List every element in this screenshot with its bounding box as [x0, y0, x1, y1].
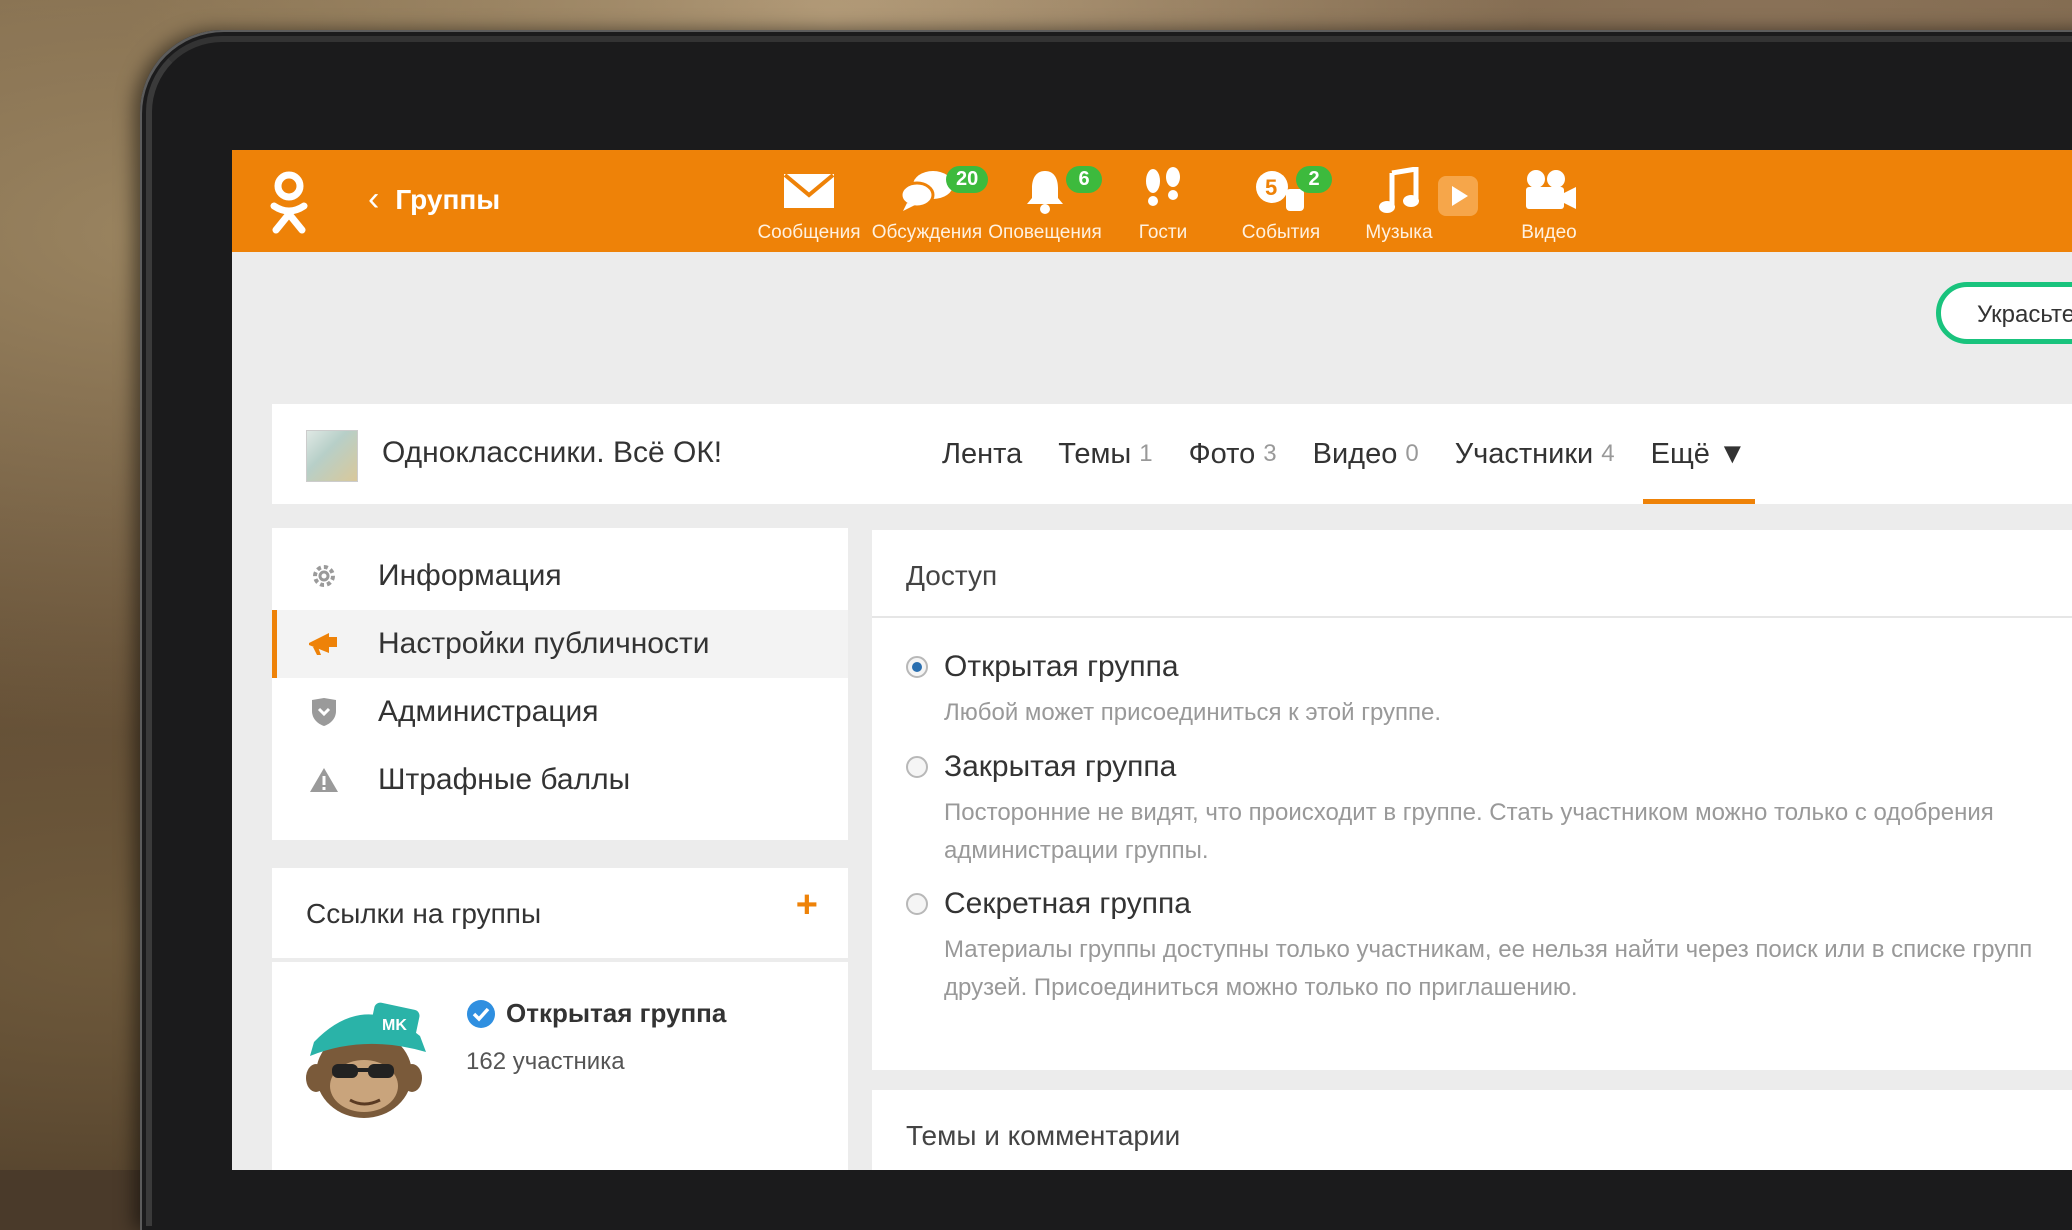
video-camera-icon: [1484, 164, 1614, 218]
menu-item-administration[interactable]: Администрация: [272, 678, 848, 746]
tab-videos[interactable]: Видео 0: [1295, 404, 1437, 504]
tab-more[interactable]: Ещё ▼: [1633, 404, 1765, 504]
chevron-left-icon: ‹: [368, 180, 380, 218]
option-label[interactable]: Секретная группа: [944, 887, 1191, 921]
envelope-icon: [744, 164, 874, 218]
gear-icon: [306, 561, 342, 591]
nav-label: Сообщения: [757, 222, 861, 243]
shield-icon: [306, 697, 342, 727]
nav-label: Музыка: [1365, 222, 1433, 243]
tab-label: Лента: [942, 437, 1023, 470]
linked-group-name-text: Открытая группа: [506, 998, 727, 1028]
svg-text:5: 5: [1265, 175, 1277, 200]
nav-label: Оповещения: [988, 222, 1102, 243]
footprints-icon: [1098, 164, 1228, 218]
group-links-panel: Ссылки на группы +: [272, 868, 848, 958]
tab-label: Темы: [1058, 437, 1132, 470]
menu-item-penalty-points[interactable]: Штрафные баллы: [272, 746, 848, 814]
decorate-button[interactable]: Украсьте: [1936, 282, 2072, 344]
svg-text:MK: MK: [382, 1017, 407, 1034]
play-icon[interactable]: [1438, 176, 1478, 216]
tab-topics[interactable]: Темы 1: [1040, 404, 1170, 504]
group-avatar[interactable]: [306, 430, 358, 482]
nav-label: Обсуждения: [871, 222, 983, 243]
megaphone-icon: [306, 631, 342, 657]
group-name[interactable]: Одноклассники. Всё ОК!: [382, 436, 722, 470]
tab-label: Ещё ▼: [1650, 437, 1747, 470]
tab-count: 1: [1139, 440, 1153, 467]
group-tabs: Лента Темы 1 Фото 3 Видео 0 Участники 4 Ещё …: [924, 404, 1765, 504]
notification-badge: 2: [1296, 166, 1332, 193]
menu-item-label: Штрафные баллы: [378, 763, 631, 796]
option-description: Любой может присоединиться к этой группе…: [944, 699, 1442, 726]
menu-item-label: Настройки публичности: [378, 627, 710, 660]
top-navigation-bar: ‹ Группы Сообщения Обсуждения 20 Оповеще…: [232, 150, 2072, 252]
access-panel: Доступ Открытая группа Любой может присо…: [872, 530, 2072, 1070]
nav-label: События: [1241, 222, 1321, 243]
add-link-button[interactable]: +: [796, 884, 818, 927]
tab-count: 3: [1263, 440, 1277, 467]
option-label[interactable]: Открытая группа: [944, 650, 1179, 684]
nav-notifications[interactable]: Оповещения 6: [980, 164, 1110, 244]
nav-messages[interactable]: Сообщения: [744, 164, 874, 244]
back-to-groups-link[interactable]: ‹ Группы: [368, 180, 500, 219]
radio-button-closed[interactable]: [906, 756, 928, 778]
menu-item-label: Администрация: [378, 695, 599, 728]
menu-item-information[interactable]: Информация: [272, 542, 848, 610]
group-mascot-avatar[interactable]: MK: [302, 982, 432, 1122]
tab-photos[interactable]: Фото 3: [1171, 404, 1295, 504]
access-title: Доступ: [906, 560, 998, 591]
linked-group-name[interactable]: Открытая группа: [466, 998, 726, 1029]
group-links-title: Ссылки на группы: [306, 898, 542, 929]
tab-members[interactable]: Участники 4: [1437, 404, 1633, 504]
linked-group-members: 162 участника: [466, 1048, 625, 1075]
linked-group-card[interactable]: MK Открытая группа 162 участника: [272, 962, 848, 1170]
topics-comments-title: Темы и комментарии: [906, 1120, 1181, 1151]
tab-count: 4: [1601, 440, 1615, 467]
tab-label: Фото: [1188, 437, 1256, 470]
screen: ‹ Группы Сообщения Обсуждения 20 Оповеще…: [232, 150, 2072, 1170]
tab-count: 0: [1405, 440, 1419, 467]
radio-button-secret[interactable]: [906, 893, 928, 915]
nav-video[interactable]: Видео: [1484, 164, 1614, 244]
divider: [872, 616, 2072, 618]
ok-logo-icon[interactable]: [266, 170, 312, 234]
back-label: Группы: [395, 183, 501, 215]
topics-comments-panel: Темы и комментарии: [872, 1090, 2072, 1170]
group-header: Одноклассники. Всё ОК! Лента Темы 1 Фото 3…: [272, 404, 2072, 504]
nav-label: Гости: [1138, 222, 1188, 243]
settings-menu: Информация Настройки публичности Админис…: [272, 528, 848, 840]
nav-guests[interactable]: Гости: [1098, 164, 1228, 244]
option-description: Посторонние не видят, что происходит в г…: [944, 799, 1994, 864]
radio-button-open[interactable]: [906, 656, 928, 678]
tab-feed[interactable]: Лента: [924, 404, 1040, 504]
verified-check-icon: [467, 999, 495, 1028]
nav-label: Видео: [1521, 222, 1577, 243]
warning-icon: [306, 766, 342, 794]
menu-item-label: Информация: [378, 559, 562, 592]
nav-events[interactable]: 5 События 2: [1216, 164, 1346, 244]
option-description: Материалы группы доступны только участни…: [944, 936, 2033, 1001]
option-label[interactable]: Закрытая группа: [944, 750, 1176, 784]
tab-label: Участники: [1454, 437, 1594, 470]
tab-label: Видео: [1312, 437, 1398, 470]
nav-discussions[interactable]: Обсуждения 20: [862, 164, 992, 244]
notification-badge: 6: [1066, 166, 1102, 193]
menu-item-publicity-settings[interactable]: Настройки публичности: [272, 610, 848, 678]
